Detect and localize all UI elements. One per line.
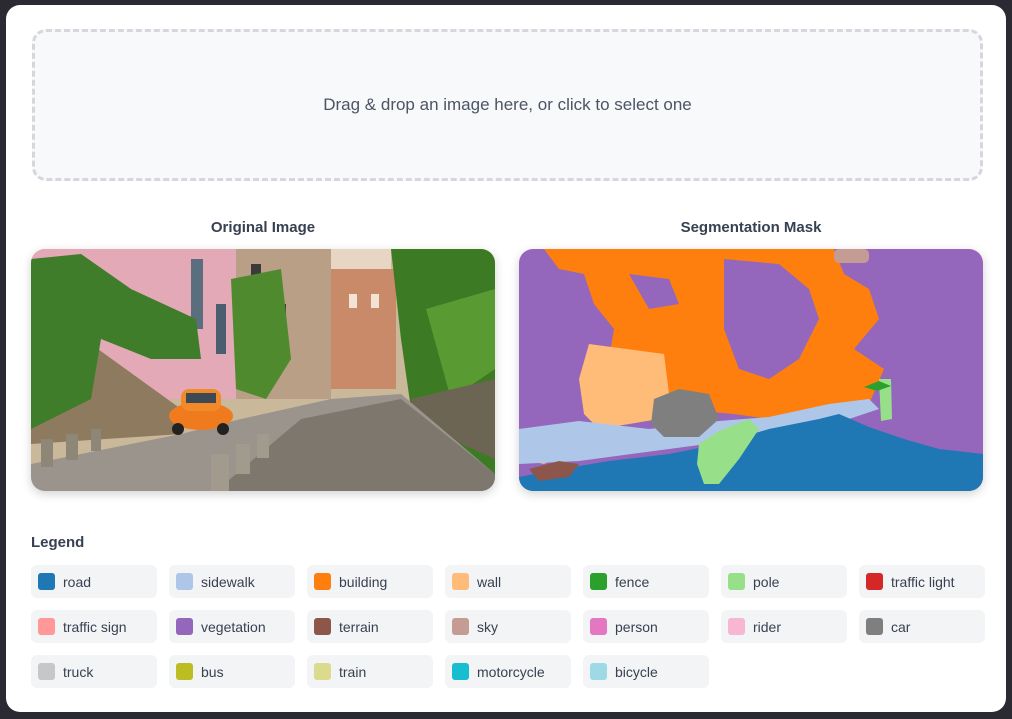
legend-item-terrain: terrain [307, 610, 433, 643]
wall-swatch-icon [452, 573, 469, 590]
motorcycle-swatch-icon [452, 663, 469, 680]
legend-item-truck: truck [31, 655, 157, 688]
legend-label: terrain [339, 618, 379, 635]
legend-label: traffic sign [63, 618, 127, 635]
legend-label: vegetation [201, 618, 266, 635]
legend-label: fence [615, 573, 650, 590]
legend-item-bus: bus [169, 655, 295, 688]
bus-swatch-icon [176, 663, 193, 680]
legend-label: bus [201, 663, 224, 680]
legend-label: sidewalk [201, 573, 255, 590]
traffic-sign-swatch-icon [38, 618, 55, 635]
legend-item-pole: pole [721, 565, 847, 598]
original-image [31, 249, 495, 491]
legend-item-car: car [859, 610, 985, 643]
train-swatch-icon [314, 663, 331, 680]
legend-label: road [63, 573, 92, 590]
legend-label: pole [753, 573, 780, 590]
legend-label: person [615, 618, 658, 635]
legend-item-road: road [31, 565, 157, 598]
legend-item-sidewalk: sidewalk [169, 565, 295, 598]
legend-item-person: person [583, 610, 709, 643]
legend-title: Legend [31, 534, 85, 551]
fence-swatch-icon [590, 573, 607, 590]
legend-item-bicycle: bicycle [583, 655, 709, 688]
person-swatch-icon [590, 618, 607, 635]
legend-label: truck [63, 663, 94, 680]
legend-label: building [339, 573, 388, 590]
legend-label: rider [753, 618, 782, 635]
traffic-light-swatch-icon [866, 573, 883, 590]
truck-swatch-icon [38, 663, 55, 680]
legend-item-motorcycle: motorcycle [445, 655, 571, 688]
legend-item-train: train [307, 655, 433, 688]
legend-item-vegetation: vegetation [169, 610, 295, 643]
legend-item-traffic-light: traffic light [859, 565, 985, 598]
legend-label: motorcycle [477, 663, 545, 680]
legend-item-wall: wall [445, 565, 571, 598]
legend-label: wall [477, 573, 502, 590]
car-swatch-icon [866, 618, 883, 635]
rider-swatch-icon [728, 618, 745, 635]
building-swatch-icon [314, 573, 331, 590]
legend-item-fence: fence [583, 565, 709, 598]
legend-item-traffic-sign: traffic sign [31, 610, 157, 643]
original-image-title: Original Image [210, 219, 316, 236]
legend-grid: road sidewalk building wall fence pole t… [31, 565, 991, 688]
segmentation-mask-title: Segmentation Mask [680, 219, 822, 236]
sidewalk-swatch-icon [176, 573, 193, 590]
main-card: Drag & drop an image here, or click to s… [6, 5, 1006, 712]
legend-label: bicycle [615, 663, 658, 680]
pole-swatch-icon [728, 573, 745, 590]
legend-label: car [891, 618, 911, 635]
bicycle-swatch-icon [590, 663, 607, 680]
road-swatch-icon [38, 573, 55, 590]
vegetation-swatch-icon [176, 618, 193, 635]
terrain-swatch-icon [314, 618, 331, 635]
legend-label: traffic light [891, 573, 955, 590]
dropzone-text: Drag & drop an image here, or click to s… [323, 95, 692, 114]
segmentation-mask-image [519, 249, 983, 491]
legend-item-building: building [307, 565, 433, 598]
image-dropzone[interactable]: Drag & drop an image here, or click to s… [32, 29, 983, 181]
legend-item-sky: sky [445, 610, 571, 643]
legend-item-rider: rider [721, 610, 847, 643]
legend-label: train [339, 663, 367, 680]
sky-swatch-icon [452, 618, 469, 635]
legend-label: sky [477, 618, 498, 635]
